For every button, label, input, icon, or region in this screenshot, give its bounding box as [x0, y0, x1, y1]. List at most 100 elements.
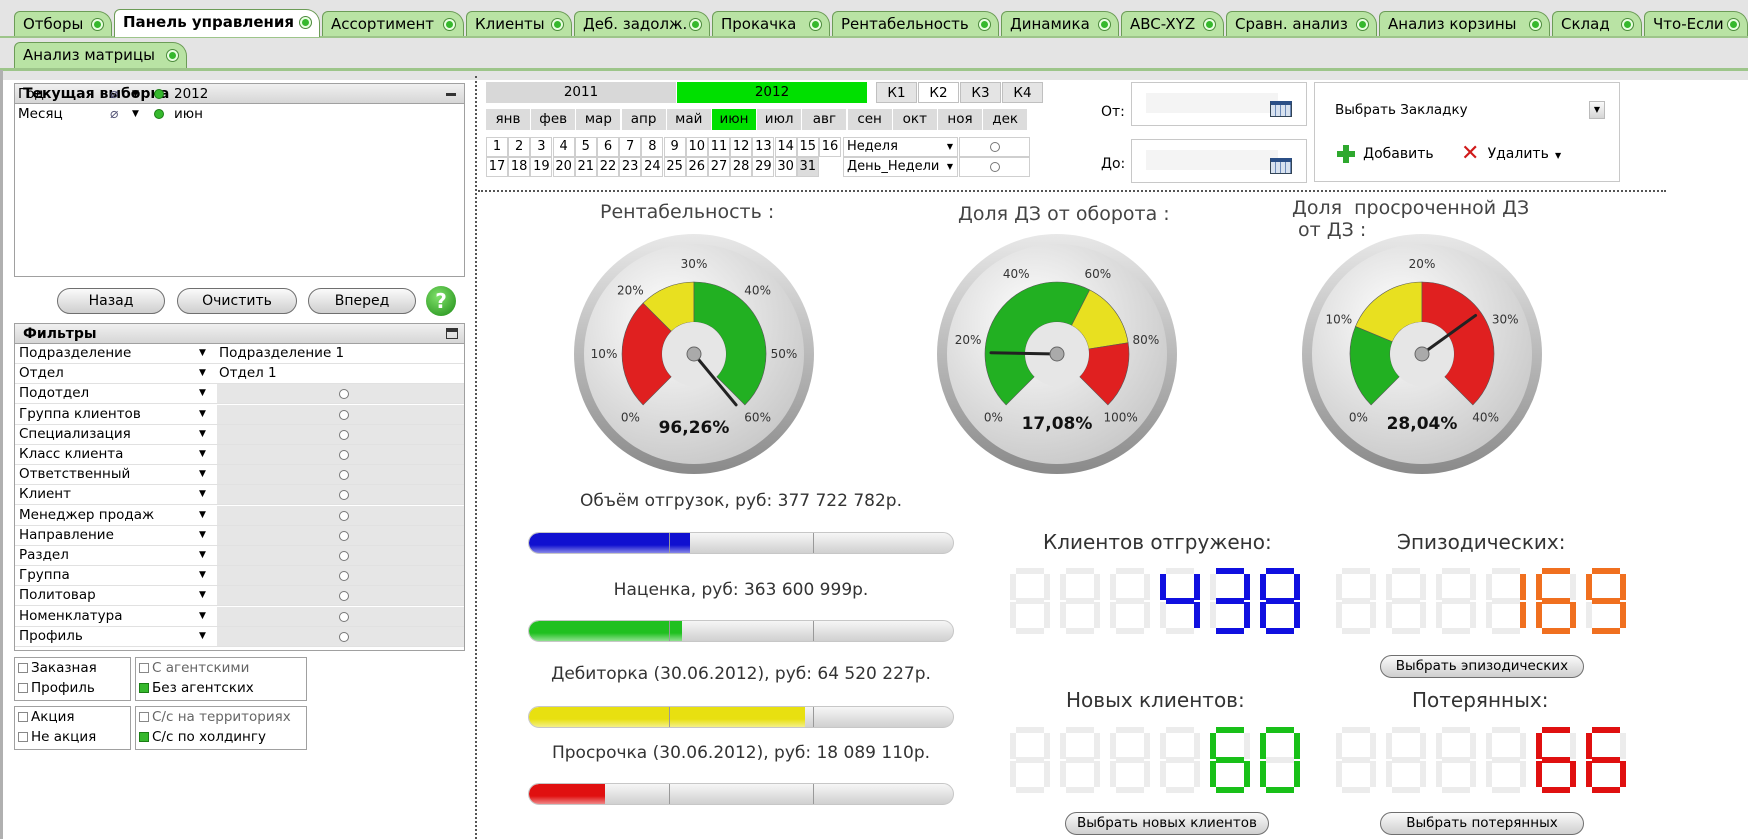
quarter-cell[interactable]: К3 — [960, 82, 1001, 103]
filter-row[interactable]: Номенклатура ▼ — [15, 606, 464, 627]
month-cell[interactable]: янв — [486, 109, 531, 130]
day-cell[interactable]: 5 — [574, 137, 597, 157]
dropdown-arrow-icon[interactable]: ▼ — [1589, 101, 1605, 119]
filter-row[interactable]: Отдел ▼ Отдел 1 — [15, 364, 464, 385]
day-cell[interactable]: 17 — [486, 157, 508, 177]
chevron-down-icon[interactable]: ▼ — [199, 526, 206, 545]
chevron-down-icon[interactable]: ▼ — [132, 84, 139, 104]
filter-row[interactable]: Ответственный ▼ — [15, 465, 464, 486]
filter-value[interactable]: Подразделение 1 — [217, 344, 464, 363]
chevron-down-icon[interactable]: ▼ — [199, 405, 206, 424]
filter-row[interactable]: Менеджер продаж ▼ — [15, 505, 464, 526]
select-counter-button[interactable]: Выбрать потерянных — [1380, 812, 1584, 835]
checkbox[interactable] — [139, 712, 149, 722]
day-cell[interactable]: 19 — [530, 157, 553, 177]
day-cell[interactable]: 29 — [752, 157, 775, 177]
help-icon[interactable]: ? — [426, 286, 456, 316]
selection-row[interactable]: Месяц ⌀ ▼ июн — [18, 104, 458, 124]
filter-row[interactable]: Специализация ▼ — [15, 424, 464, 445]
back-button[interactable]: Назад — [57, 288, 165, 314]
day-cell[interactable]: 20 — [552, 157, 575, 177]
filter-row[interactable]: Группа клиентов ▼ — [15, 404, 464, 425]
chevron-down-icon[interactable]: ▼ — [199, 425, 206, 444]
bookmark-select[interactable]: Выбрать Закладку ▼ — [1335, 99, 1605, 121]
checkbox-item[interactable]: С/с по холдингу — [139, 728, 266, 746]
tab-6[interactable]: Прокачка — [712, 11, 830, 37]
week-select[interactable]: Неделя ▼ — [843, 137, 958, 157]
day-cell[interactable]: 30 — [774, 157, 797, 177]
chevron-down-icon[interactable]: ▼ — [199, 485, 206, 504]
tab-2[interactable]: Панель управления — [114, 9, 320, 37]
checkbox-item[interactable]: Акция — [18, 708, 74, 726]
forward-button[interactable]: Вперед — [308, 288, 416, 314]
chevron-down-icon[interactable]: ▼ — [199, 364, 206, 383]
day-cell[interactable]: 16 — [819, 137, 841, 157]
day-cell[interactable]: 15 — [796, 137, 819, 157]
checkbox-item[interactable]: С агентскими — [139, 659, 249, 677]
tab-10[interactable]: Сравн. анализ — [1226, 11, 1377, 37]
quarter-cell[interactable]: К2 — [918, 82, 959, 103]
tab-5[interactable]: Деб. задолж. — [574, 11, 710, 37]
year-cell[interactable]: 2012 — [677, 82, 868, 103]
checkbox[interactable] — [139, 683, 149, 693]
month-cell[interactable]: дек — [983, 109, 1029, 130]
tab-7[interactable]: Рентабельность — [832, 11, 999, 37]
checkbox-item[interactable]: Не акция — [18, 728, 96, 746]
chevron-down-icon[interactable]: ▼ — [132, 104, 139, 124]
clear-button[interactable]: Очистить — [177, 288, 297, 314]
filter-row[interactable]: Класс клиента ▼ — [15, 445, 464, 465]
filter-row[interactable]: Направление ▼ — [15, 525, 464, 546]
day-cell[interactable]: 8 — [641, 137, 664, 157]
day-cell[interactable]: 28 — [730, 157, 753, 177]
day-cell[interactable]: 22 — [597, 157, 619, 177]
tab-1[interactable]: Отборы — [14, 11, 112, 37]
tab-12[interactable]: Склад — [1552, 11, 1642, 37]
day-cell[interactable]: 1 — [486, 137, 508, 157]
checkbox-item[interactable]: С/с на территориях — [139, 708, 291, 726]
day-cell[interactable]: 6 — [597, 137, 619, 157]
chevron-down-icon[interactable]: ▼ — [199, 506, 206, 525]
day-cell[interactable]: 9 — [663, 137, 686, 157]
select-counter-button[interactable]: Выбрать эпизодических — [1380, 655, 1584, 678]
to-date-field[interactable] — [1131, 139, 1307, 183]
chevron-down-icon[interactable]: ▼ — [199, 546, 206, 565]
calendar-icon[interactable] — [1270, 158, 1292, 174]
tab-3[interactable]: Ассортимент — [322, 11, 464, 37]
month-cell[interactable]: фев — [531, 109, 577, 130]
month-cell[interactable]: май — [666, 109, 712, 130]
filter-row[interactable]: Раздел ▼ — [15, 546, 464, 566]
day-cell[interactable]: 27 — [708, 157, 730, 177]
chevron-down-icon[interactable]: ▼ — [199, 384, 206, 403]
chevron-down-icon[interactable]: ▼ — [199, 465, 206, 484]
tab-4[interactable]: Клиенты — [466, 11, 572, 37]
month-cell[interactable]: сен — [847, 109, 893, 130]
checkbox-item[interactable]: Без агентских — [139, 679, 254, 697]
checkbox[interactable] — [18, 663, 28, 673]
filter-row[interactable]: Подразделение ▼ Подразделение 1 — [15, 344, 464, 364]
filter-row[interactable]: Группа ▼ — [15, 566, 464, 587]
week-value[interactable] — [959, 137, 1030, 157]
day-cell[interactable]: 10 — [685, 137, 708, 157]
chevron-down-icon[interactable]: ▼ — [199, 566, 206, 585]
checkbox[interactable] — [139, 732, 149, 742]
checkbox[interactable] — [18, 712, 28, 722]
day-cell[interactable]: 18 — [508, 157, 531, 177]
month-cell[interactable]: авг — [802, 109, 848, 130]
selection-row[interactable]: Год ⌀ ▼ 2012 — [18, 84, 458, 104]
quarter-cell[interactable]: К1 — [876, 82, 917, 103]
day-cell[interactable]: 12 — [730, 137, 753, 157]
tab-13[interactable]: Что-Если — [1644, 11, 1748, 37]
checkbox-item[interactable]: Заказная — [18, 659, 97, 677]
tab-11[interactable]: Анализ корзины — [1379, 11, 1550, 37]
month-cell[interactable]: июл — [757, 109, 803, 130]
day-cell[interactable]: 14 — [774, 137, 797, 157]
day-cell[interactable]: 21 — [574, 157, 597, 177]
week-value[interactable] — [959, 157, 1030, 177]
filter-row[interactable]: Подотдел ▼ — [15, 384, 464, 405]
day-cell[interactable]: 7 — [619, 137, 642, 157]
tab-matrix-analysis[interactable]: Анализ матрицы — [14, 42, 187, 68]
day-cell[interactable]: 4 — [552, 137, 575, 157]
chevron-down-icon[interactable]: ▼ — [199, 344, 206, 363]
day-cell[interactable]: 25 — [663, 157, 686, 177]
filter-value[interactable]: Отдел 1 — [217, 364, 464, 383]
